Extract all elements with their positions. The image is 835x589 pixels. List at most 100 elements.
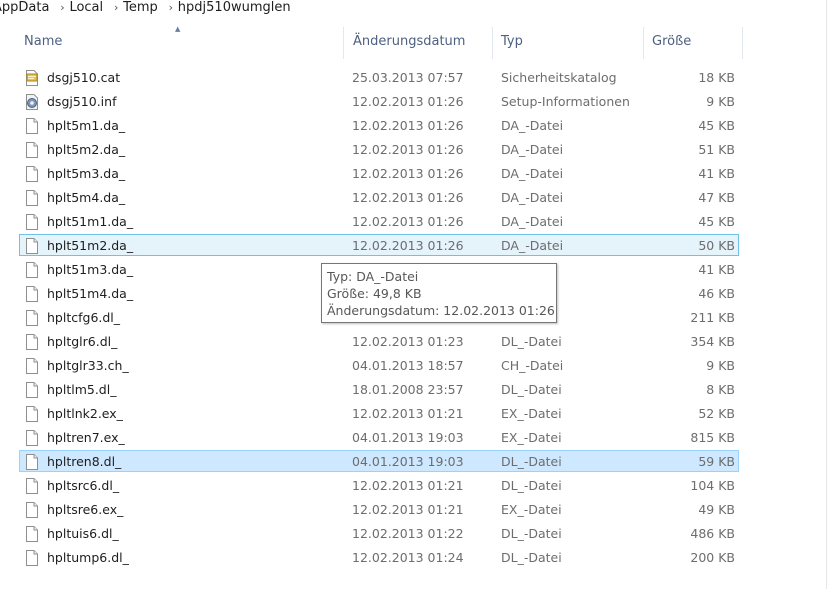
file-size: 46 KB — [698, 286, 735, 301]
file-row[interactable]: hplt51m2.da_ 12.02.2013 01:26 DA_-Datei 50 … — [19, 234, 739, 256]
file-type: DL_-Datei — [501, 454, 562, 469]
file-row[interactable]: hpltglr6.dl_ 12.02.2013 01:23 DL_-Datei 354… — [19, 330, 739, 352]
file-name: hpltuis6.dl_ — [47, 526, 119, 541]
file-date: 12.02.2013 01:26 — [352, 214, 464, 229]
file-name: hplt51m1.da_ — [47, 214, 134, 229]
breadcrumb-appdata[interactable]: AppData — [0, 0, 55, 15]
file-date: 12.02.2013 01:21 — [352, 478, 464, 493]
file-size: 49 KB — [698, 502, 735, 517]
file-row[interactable]: hpltump6.dl_ 12.02.2013 01:24 DL_-Datei 200… — [19, 546, 739, 568]
file-date: 12.02.2013 01:26 — [352, 118, 464, 133]
breadcrumb-separator-icon[interactable]: › — [55, 1, 69, 14]
column-header-date[interactable]: Änderungsdatum — [353, 34, 465, 49]
column-header-row: ▲ Name Änderungsdatum Typ Größe — [0, 25, 835, 61]
column-divider[interactable] — [343, 27, 344, 59]
file-type: Setup-Informationen — [501, 94, 630, 109]
file-row[interactable]: dsgj510.inf 12.02.2013 01:26 Setup-Informa… — [19, 90, 739, 112]
file-type: DL_-Datei — [501, 382, 562, 397]
file-size: 41 KB — [698, 166, 735, 181]
file-row[interactable]: hplt5m1.da_ 12.02.2013 01:26 DA_-Datei 45 K… — [19, 114, 739, 136]
file-name: hpltglr6.dl_ — [47, 334, 118, 349]
file-row[interactable]: hplt5m2.da_ 12.02.2013 01:26 DA_-Datei 51 K… — [19, 138, 739, 160]
column-divider[interactable] — [742, 27, 743, 59]
setup-info-icon — [25, 94, 39, 110]
file-row[interactable]: hpltglr33.ch_ 04.01.2013 18:57 CH_-Datei 9 … — [19, 354, 739, 376]
file-date: 12.02.2013 01:21 — [352, 502, 464, 517]
file-date: 12.02.2013 01:22 — [352, 526, 464, 541]
file-size: 8 KB — [706, 382, 735, 397]
breadcrumb-separator-icon[interactable]: › — [164, 1, 178, 14]
file-date: 12.02.2013 01:26 — [352, 142, 464, 157]
tooltip-size: Größe: 49,8 KB — [327, 286, 422, 301]
file-date: 12.02.2013 01:26 — [352, 94, 464, 109]
file-date: 12.02.2013 01:21 — [352, 406, 464, 421]
breadcrumb: AppData › Local › Temp › hpdj510wumglen — [0, 0, 835, 17]
file-name: hplt5m2.da_ — [47, 142, 126, 157]
file-row[interactable]: hplt51m1.da_ 12.02.2013 01:26 DA_-Datei 45 … — [19, 210, 739, 232]
file-row[interactable]: hpltsre6.ex_ 12.02.2013 01:21 EX_-Datei 49 … — [19, 498, 739, 520]
file-date: 12.02.2013 01:24 — [352, 550, 464, 565]
column-divider[interactable] — [492, 27, 493, 59]
file-name: hpltren7.ex_ — [47, 430, 125, 445]
file-icon — [25, 262, 39, 278]
file-type: EX_-Datei — [501, 430, 562, 445]
file-row[interactable]: dsgj510.cat 25.03.2013 07:57 Sicherheitska… — [19, 66, 739, 88]
breadcrumb-current-folder[interactable]: hpdj510wumglen — [178, 0, 297, 15]
file-icon — [25, 118, 39, 134]
file-name: hplt5m3.da_ — [47, 166, 126, 181]
file-info-tooltip: Typ: DA_-Datei Größe: 49,8 KB Änderungsd… — [321, 263, 557, 323]
breadcrumb-separator-icon[interactable]: › — [109, 1, 123, 14]
file-date: 04.01.2013 19:03 — [352, 454, 464, 469]
file-name: hpltglr33.ch_ — [47, 358, 129, 373]
file-row[interactable]: hpltren7.ex_ 04.01.2013 19:03 EX_-Datei 815… — [19, 426, 739, 448]
file-date: 12.02.2013 01:26 — [352, 190, 464, 205]
file-icon — [25, 238, 39, 254]
file-size: 52 KB — [698, 406, 735, 421]
file-row[interactable]: hpltren8.dl_ 04.01.2013 19:03 DL_-Datei 59 … — [19, 450, 739, 472]
file-size: 41 KB — [698, 262, 735, 277]
catalog-icon — [25, 70, 39, 86]
column-header-size[interactable]: Größe — [652, 34, 691, 49]
file-name: hplt5m1.da_ — [47, 118, 126, 133]
file-icon — [25, 310, 39, 326]
file-row[interactable]: hpltuis6.dl_ 12.02.2013 01:22 DL_-Datei 486… — [19, 522, 739, 544]
file-date: 18.01.2008 23:57 — [352, 382, 464, 397]
column-header-type[interactable]: Typ — [501, 34, 523, 49]
breadcrumb-local[interactable]: Local — [69, 0, 109, 15]
file-row[interactable]: hpltlm5.dl_ 18.01.2008 23:57 DL_-Datei 8 KB — [19, 378, 739, 400]
file-size: 51 KB — [698, 142, 735, 157]
file-type: DA_-Datei — [501, 142, 564, 157]
file-row[interactable]: hplt5m3.da_ 12.02.2013 01:26 DA_-Datei 41 K… — [19, 162, 739, 184]
file-size: 18 KB — [698, 70, 735, 85]
file-date: 12.02.2013 01:23 — [352, 334, 464, 349]
file-icon — [25, 214, 39, 230]
file-date: 04.01.2013 19:03 — [352, 430, 464, 445]
pane-divider — [826, 0, 827, 589]
file-name: hpltump6.dl_ — [47, 550, 129, 565]
file-size: 9 KB — [706, 358, 735, 373]
breadcrumb-temp[interactable]: Temp — [123, 0, 164, 15]
file-size: 211 KB — [690, 310, 735, 325]
file-size: 815 KB — [690, 430, 735, 445]
file-row[interactable]: hpltsrc6.dl_ 12.02.2013 01:21 DL_-Datei 104… — [19, 474, 739, 496]
file-icon — [25, 334, 39, 350]
file-date: 25.03.2013 07:57 — [352, 70, 464, 85]
file-icon — [25, 478, 39, 494]
file-date: 12.02.2013 01:26 — [352, 166, 464, 181]
file-row[interactable]: hplt5m4.da_ 12.02.2013 01:26 DA_-Datei 47 K… — [19, 186, 739, 208]
file-row[interactable]: hpltlnk2.ex_ 12.02.2013 01:21 EX_-Datei 52 … — [19, 402, 739, 424]
file-type: CH_-Datei — [501, 358, 564, 373]
file-size: 47 KB — [698, 190, 735, 205]
column-header-name[interactable]: Name — [24, 34, 62, 49]
file-size: 104 KB — [690, 478, 735, 493]
file-icon — [25, 526, 39, 542]
file-name: hpltren8.dl_ — [47, 454, 122, 469]
tooltip-type: Typ: DA_-Datei — [327, 269, 419, 284]
file-date: 04.01.2013 18:57 — [352, 358, 464, 373]
file-size: 354 KB — [690, 334, 735, 349]
column-divider[interactable] — [643, 27, 644, 59]
file-name: hplt51m4.da_ — [47, 286, 134, 301]
file-name: hplt51m2.da_ — [47, 238, 134, 253]
file-type: DL_-Datei — [501, 478, 562, 493]
file-icon — [25, 382, 39, 398]
